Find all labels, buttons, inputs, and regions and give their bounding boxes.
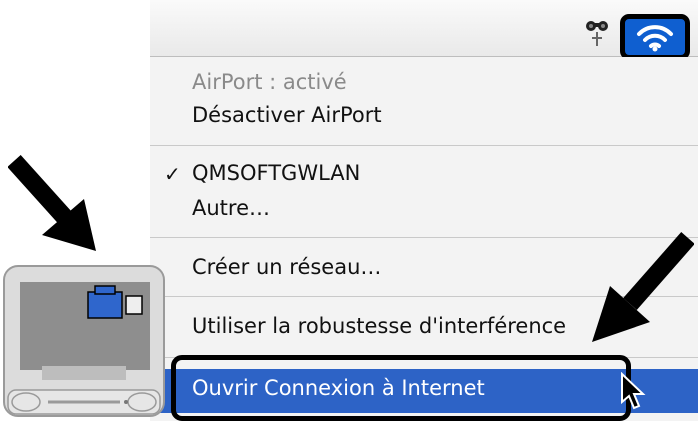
menu-item-other-network[interactable]: Autre… <box>192 196 270 220</box>
mouse-cursor-icon <box>621 372 646 410</box>
airport-status-label: AirPort : activé <box>192 70 347 94</box>
menu-separator <box>150 145 698 146</box>
airport-wifi-icon <box>637 25 673 52</box>
airport-menu-extra[interactable] <box>620 14 690 60</box>
menu-item-interference-robustness[interactable]: Utiliser la robustesse d'interférence <box>192 314 566 338</box>
highlight-frame <box>171 355 631 421</box>
binoculars-icon[interactable] <box>584 18 610 50</box>
menu-bar <box>150 0 698 57</box>
menu-item-turn-off-airport[interactable]: Désactiver AirPort <box>192 103 382 127</box>
menu-item-network-qmsoftgwlan[interactable]: QMSOFTGWLAN <box>192 161 360 185</box>
menu-item-create-network[interactable]: Créer un réseau… <box>192 255 381 279</box>
checkmark-icon: ✓ <box>164 162 181 186</box>
computer-illustration <box>3 265 165 417</box>
pointer-arrow-icon <box>592 232 694 342</box>
pointer-arrow-icon <box>8 155 96 251</box>
